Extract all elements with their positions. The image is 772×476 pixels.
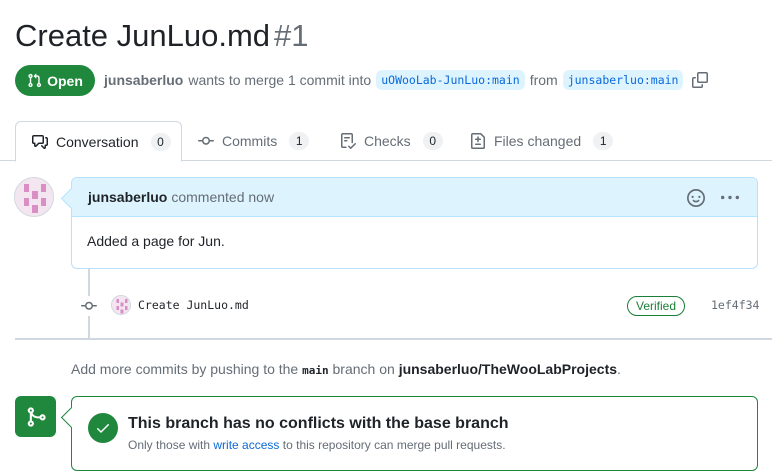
pr-author-link[interactable]: junsaberluo — [104, 72, 183, 88]
repo-link[interactable]: junsaberluo/TheWooLabProjects — [399, 361, 617, 377]
commit-node — [79, 296, 99, 316]
tab-checks-count: 0 — [422, 132, 443, 150]
commit-message-link[interactable]: Create JunLuo.md — [138, 298, 249, 312]
tab-files-changed-count: 1 — [593, 132, 614, 150]
commit-row: Create JunLuo.md Verified 1ef4f34 — [79, 292, 769, 318]
tab-checks[interactable]: Checks 0 — [340, 121, 443, 161]
push-note-middle: branch on — [332, 361, 395, 377]
git-commit-icon — [198, 136, 214, 145]
tab-conversation-count: 0 — [150, 132, 171, 151]
tab-files-changed[interactable]: Files changed 1 — [470, 121, 614, 161]
copy-icon[interactable] — [692, 72, 709, 88]
push-note-prefix: Add more commits by pushing to the — [71, 361, 299, 377]
write-access-link[interactable]: write access — [213, 438, 279, 452]
tab-files-changed-label: Files changed — [494, 133, 582, 149]
tab-commits-count: 1 — [289, 132, 310, 150]
kebab-horizontal-icon[interactable] — [721, 189, 739, 207]
comment-discussion-icon — [32, 134, 48, 149]
merge-sub-prefix: Only those with — [128, 438, 211, 452]
file-diff-icon — [471, 133, 485, 149]
push-note: Add more commits by pushing to the main … — [71, 361, 621, 377]
commit-sha-link[interactable]: 1ef4f34 — [711, 298, 759, 312]
tab-conversation[interactable]: Conversation 0 — [15, 121, 182, 162]
page-title: Create JunLuo.md #1 — [15, 18, 309, 54]
from-text: from — [529, 72, 558, 88]
comment-box: junsaberluo commented now Added a page f… — [71, 177, 758, 269]
git-merge-icon — [27, 406, 46, 427]
pr-state-badge: Open — [15, 65, 95, 96]
comment-actions — [687, 189, 739, 207]
verified-badge[interactable]: Verified — [627, 296, 686, 316]
tab-checks-label: Checks — [364, 133, 411, 149]
base-branch[interactable]: uOWooLab-JunLuo:main — [376, 70, 525, 90]
merge-status-icon-box — [15, 396, 56, 437]
comment-body: Added a page for Jun. — [87, 233, 225, 249]
pr-number: #1 — [274, 18, 309, 53]
comment-header: junsaberluo commented now — [72, 178, 757, 217]
tab-commits-label: Commits — [222, 133, 278, 149]
pr-state-label: Open — [47, 72, 83, 89]
tab-commits[interactable]: Commits 1 — [198, 121, 310, 161]
pr-tabs: Conversation 0 Commits 1 Checks 0 Files … — [0, 121, 772, 162]
merge-status-box: This branch has no conflicts with the ba… — [71, 396, 758, 471]
push-note-suffix: . — [617, 361, 621, 377]
merge-sub-suffix: to this repository can merge pull reques… — [282, 438, 506, 452]
identicon-icon — [15, 178, 53, 216]
avatar[interactable] — [14, 177, 54, 217]
git-commit-icon — [81, 301, 97, 310]
head-branch[interactable]: junsaberluo:main — [562, 70, 684, 90]
commit-author-avatar[interactable] — [111, 295, 131, 315]
check-circle-icon — [88, 413, 118, 443]
comment-timestamp: commented now — [171, 189, 275, 205]
tab-conversation-label: Conversation — [56, 133, 139, 150]
check-icon — [97, 424, 109, 433]
timeline-divider — [15, 338, 772, 340]
identicon-icon — [112, 296, 130, 314]
pr-title: Create JunLuo.md — [15, 18, 271, 53]
comment-author[interactable]: junsaberluo — [88, 189, 167, 205]
pr-meta: junsaberluo wants to merge 1 commit into… — [104, 66, 709, 94]
checklist-icon — [341, 133, 356, 149]
merge-status-title: This branch has no conflicts with the ba… — [128, 415, 509, 432]
merge-text: wants to merge 1 commit into — [188, 72, 372, 88]
push-note-branch: main — [302, 364, 329, 377]
git-pull-request-icon — [28, 73, 42, 88]
merge-status-subtitle: Only those with write access to this rep… — [128, 438, 506, 452]
smiley-icon[interactable] — [687, 189, 705, 207]
